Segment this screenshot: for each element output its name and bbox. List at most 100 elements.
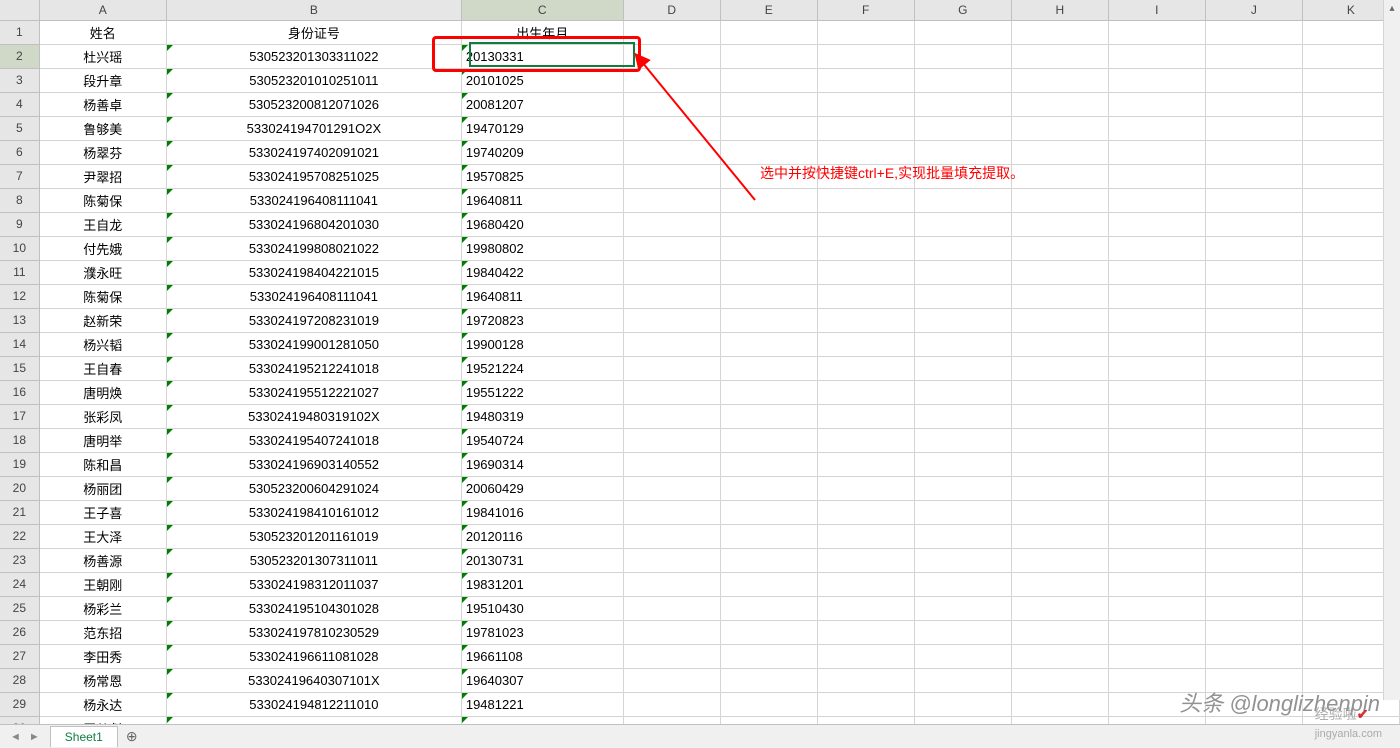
row-header-21[interactable]: 21 <box>0 500 39 524</box>
cell[interactable] <box>1011 332 1108 356</box>
cell[interactable] <box>817 380 914 404</box>
cell[interactable]: 19540724 <box>461 428 623 452</box>
row-header-28[interactable]: 28 <box>0 668 39 692</box>
cell[interactable] <box>1108 92 1205 116</box>
cell[interactable] <box>914 188 1011 212</box>
cell[interactable] <box>1108 428 1205 452</box>
tab-nav-prev-icon[interactable]: ◄ <box>8 731 23 743</box>
cell[interactable]: 19980802 <box>461 236 623 260</box>
cell[interactable] <box>1205 308 1302 332</box>
cell[interactable] <box>914 212 1011 236</box>
cell[interactable]: 杨善卓 <box>39 92 166 116</box>
cell[interactable]: 533024195708251025 <box>166 164 461 188</box>
cell[interactable] <box>1011 20 1108 44</box>
cell[interactable]: 王自龙 <box>39 212 166 236</box>
cell[interactable]: 19900128 <box>461 332 623 356</box>
col-header-B[interactable]: B <box>166 0 461 20</box>
cell[interactable] <box>1108 572 1205 596</box>
cell[interactable]: 533024200108161038 <box>166 716 461 724</box>
cell[interactable] <box>914 524 1011 548</box>
cell[interactable]: 付先娥 <box>39 236 166 260</box>
col-header-D[interactable]: D <box>623 0 720 20</box>
cell[interactable] <box>1108 452 1205 476</box>
cell[interactable]: 段升章 <box>39 68 166 92</box>
cell[interactable] <box>914 596 1011 620</box>
cell[interactable]: 杨常恩 <box>39 668 166 692</box>
cell[interactable] <box>817 308 914 332</box>
cell[interactable] <box>1011 380 1108 404</box>
cell[interactable] <box>914 476 1011 500</box>
cell[interactable]: 出生年月 <box>461 20 623 44</box>
cell[interactable] <box>914 404 1011 428</box>
select-all-corner[interactable] <box>0 0 39 20</box>
cell[interactable]: 533024195407241018 <box>166 428 461 452</box>
cell[interactable]: 19840422 <box>461 260 623 284</box>
row-header-3[interactable]: 3 <box>0 68 39 92</box>
cell[interactable]: 王从彪 <box>39 716 166 724</box>
cell[interactable] <box>720 68 817 92</box>
cell[interactable] <box>720 308 817 332</box>
cell[interactable] <box>720 620 817 644</box>
cell[interactable] <box>817 668 914 692</box>
cell[interactable] <box>914 572 1011 596</box>
row-header-12[interactable]: 12 <box>0 284 39 308</box>
cell[interactable] <box>1205 68 1302 92</box>
cell[interactable] <box>1108 308 1205 332</box>
cell[interactable] <box>1108 140 1205 164</box>
cell[interactable] <box>1205 116 1302 140</box>
cell[interactable] <box>720 548 817 572</box>
cell[interactable] <box>914 332 1011 356</box>
cell[interactable]: 533024194812211010 <box>166 692 461 716</box>
cell[interactable]: 533024197402091021 <box>166 140 461 164</box>
cell[interactable] <box>1011 236 1108 260</box>
row-header-2[interactable]: 2 <box>0 44 39 68</box>
cell[interactable] <box>720 236 817 260</box>
cell[interactable] <box>914 284 1011 308</box>
cell[interactable] <box>1011 548 1108 572</box>
cell[interactable] <box>1205 596 1302 620</box>
cell[interactable]: 530523201201161019 <box>166 524 461 548</box>
cell[interactable] <box>817 116 914 140</box>
cell[interactable]: 王自春 <box>39 356 166 380</box>
cell[interactable]: 杨兴韬 <box>39 332 166 356</box>
row-header-25[interactable]: 25 <box>0 596 39 620</box>
cell[interactable] <box>817 452 914 476</box>
cell[interactable] <box>623 524 720 548</box>
cell[interactable] <box>623 284 720 308</box>
cell[interactable] <box>1205 548 1302 572</box>
cell[interactable] <box>817 20 914 44</box>
cell[interactable] <box>1011 404 1108 428</box>
row-header-20[interactable]: 20 <box>0 476 39 500</box>
cell[interactable] <box>817 284 914 308</box>
cell[interactable] <box>1108 644 1205 668</box>
cell[interactable] <box>623 404 720 428</box>
cell[interactable] <box>720 332 817 356</box>
cell[interactable]: 陈菊保 <box>39 188 166 212</box>
cell[interactable]: 533024197208231019 <box>166 308 461 332</box>
cell[interactable]: 533024196408111041 <box>166 284 461 308</box>
cell[interactable]: 杨永达 <box>39 692 166 716</box>
cell[interactable] <box>1108 524 1205 548</box>
cell[interactable] <box>817 236 914 260</box>
cell[interactable]: 19841016 <box>461 500 623 524</box>
cell[interactable] <box>914 548 1011 572</box>
row-header-6[interactable]: 6 <box>0 140 39 164</box>
cell[interactable]: 19831201 <box>461 572 623 596</box>
cell[interactable] <box>817 716 914 724</box>
cell[interactable] <box>914 68 1011 92</box>
cell[interactable]: 19481221 <box>461 692 623 716</box>
cell[interactable] <box>1108 356 1205 380</box>
cell[interactable] <box>1108 476 1205 500</box>
cell[interactable] <box>914 116 1011 140</box>
cell[interactable] <box>1205 500 1302 524</box>
col-header-C[interactable]: C <box>461 0 623 20</box>
cell[interactable] <box>1011 476 1108 500</box>
cell[interactable]: 19740209 <box>461 140 623 164</box>
cell[interactable] <box>1011 596 1108 620</box>
cell[interactable] <box>914 356 1011 380</box>
cell[interactable] <box>1205 380 1302 404</box>
cell[interactable] <box>623 572 720 596</box>
row-header-10[interactable]: 10 <box>0 236 39 260</box>
cell[interactable] <box>817 260 914 284</box>
row-header-23[interactable]: 23 <box>0 548 39 572</box>
